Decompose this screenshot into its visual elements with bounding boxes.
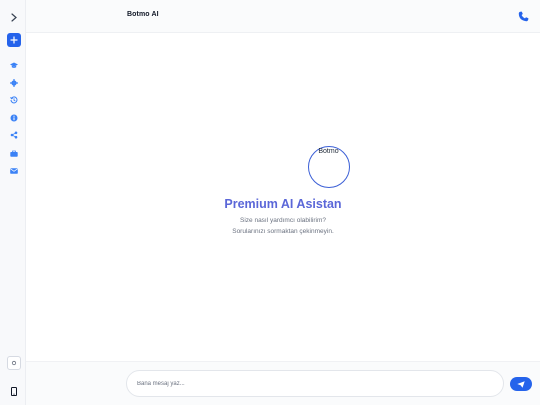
- bot-logo: Botmo: [308, 146, 350, 188]
- plus-icon: [10, 36, 18, 44]
- message-input-box[interactable]: [126, 370, 504, 397]
- info-icon: [10, 114, 18, 122]
- welcome-subtitle-line2: Sorularınızı sormaktan çekinmeyin.: [232, 228, 334, 235]
- message-input[interactable]: [137, 377, 477, 391]
- history-icon: [10, 96, 18, 104]
- sidebar-item-settings[interactable]: [9, 78, 19, 88]
- sidebar-item-info[interactable]: [9, 113, 19, 123]
- share-icon: [10, 131, 18, 139]
- sidebar-item-history[interactable]: [9, 95, 19, 105]
- sidebar: [0, 0, 26, 405]
- graduation-cap-icon: [10, 62, 18, 68]
- sidebar-item-education[interactable]: [9, 60, 19, 70]
- chat-header: Botmo AI: [26, 0, 540, 33]
- phone-icon: [518, 11, 528, 21]
- welcome-title: Premium AI Asistan: [224, 197, 342, 211]
- send-button[interactable]: [510, 377, 532, 391]
- sidebar-item-share[interactable]: [9, 130, 19, 140]
- bot-logo-label: Botmo: [318, 148, 339, 155]
- chevron-right-icon: [11, 12, 17, 22]
- call-button[interactable]: [516, 9, 530, 23]
- page-title: Botmo AI: [127, 11, 159, 18]
- briefcase-icon: [10, 150, 18, 157]
- mobile-phone-icon: [11, 386, 17, 396]
- paper-plane-icon: [517, 380, 525, 388]
- gear-icon: [10, 79, 18, 87]
- app-window: Botmo AI Botmo Premium AI Asistan Size n…: [0, 0, 540, 405]
- sidebar-toggle-button[interactable]: [8, 10, 20, 24]
- sidebar-item-briefcase[interactable]: [9, 148, 19, 158]
- envelope-icon: [10, 168, 18, 174]
- composer: [26, 361, 540, 405]
- sidebar-item-messages[interactable]: [9, 166, 19, 176]
- theme-toggle-button[interactable]: [7, 356, 21, 370]
- chat-panel: Botmo AI Botmo Premium AI Asistan Size n…: [26, 0, 540, 405]
- sun-icon: [11, 360, 17, 366]
- new-chat-button[interactable]: [7, 33, 21, 47]
- welcome-subtitle-line1: Size nasıl yardımcı olabilirim?: [240, 217, 326, 224]
- mobile-app-button[interactable]: [9, 386, 19, 396]
